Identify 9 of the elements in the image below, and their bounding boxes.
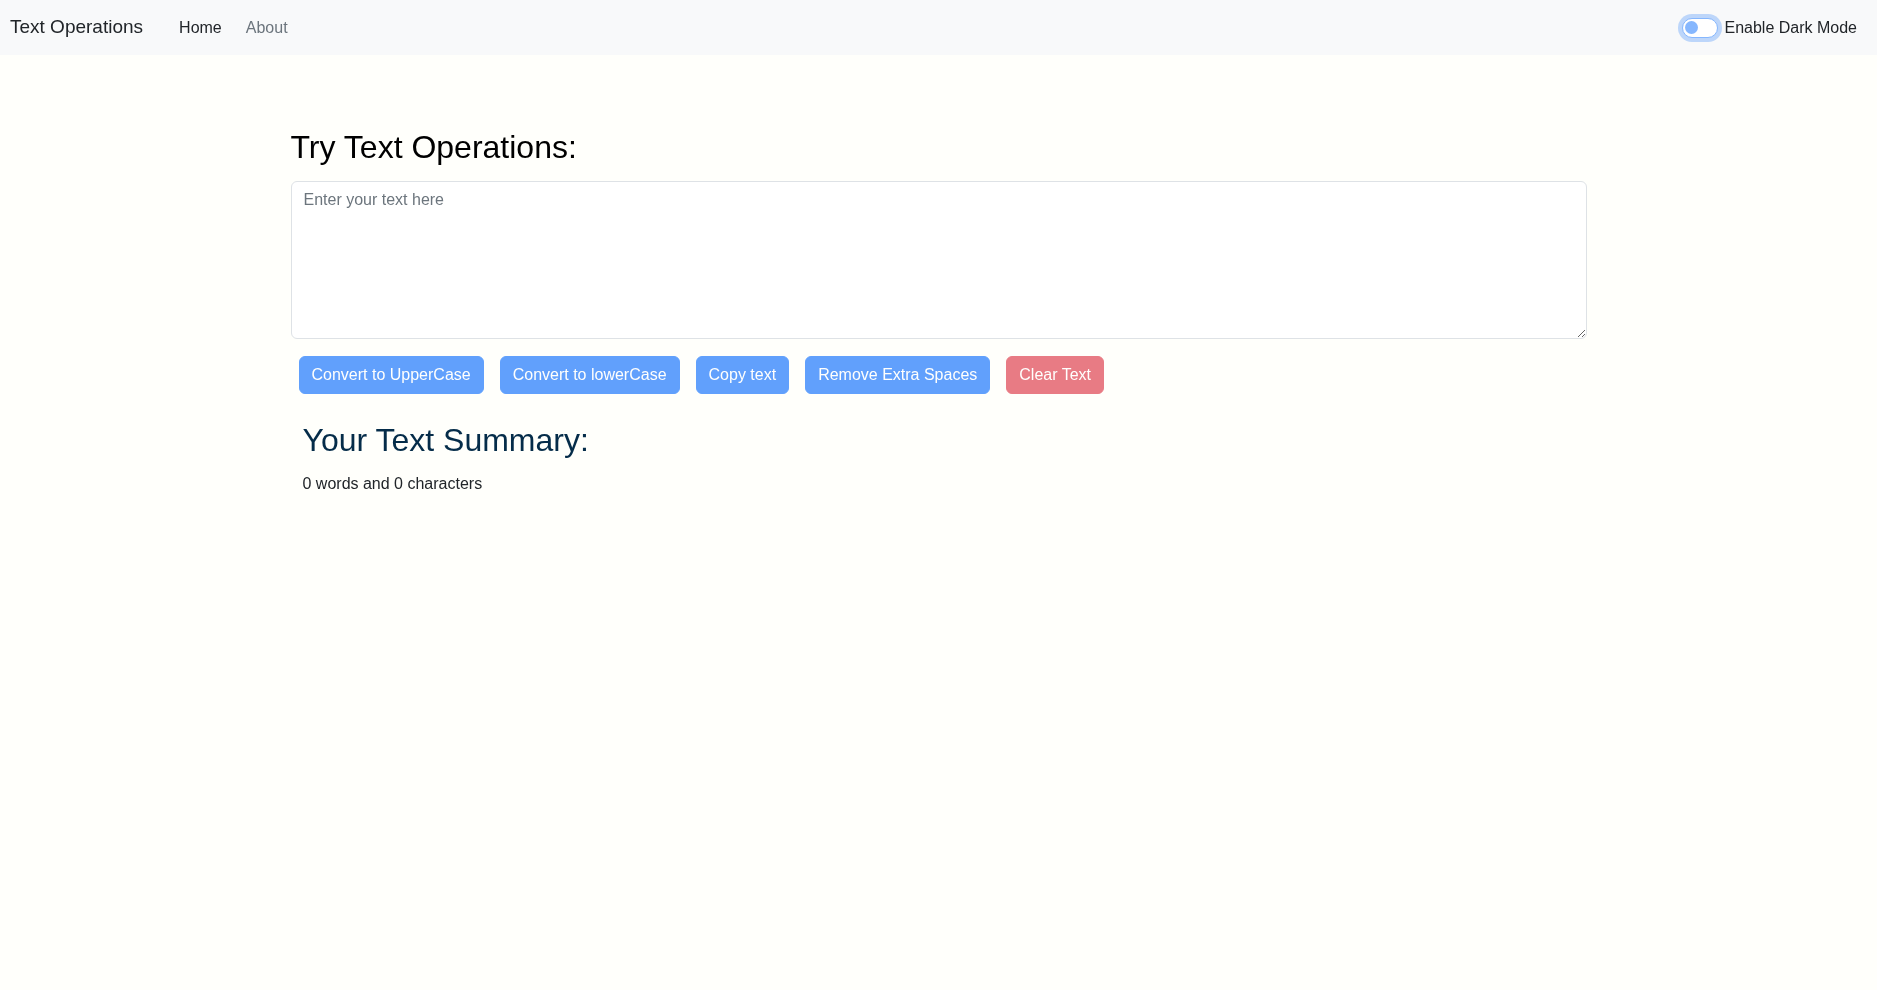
page-heading: Try Text Operations: <box>290 128 578 167</box>
text-input-field[interactable]: Enter your text here <box>290 181 1587 339</box>
switch-label: Enable Dark Mode <box>1724 17 1857 38</box>
toggle-switch[interactable] <box>1682 17 1719 38</box>
summary-heading: Your Text Summary: <box>302 421 590 460</box>
nav-link[interactable]: Home <box>167 15 234 40</box>
brand-title[interactable]: Text Operations <box>10 13 144 42</box>
summary-text: 0 words and 0 characters <box>302 474 484 494</box>
nav-link[interactable]: About <box>233 15 300 40</box>
